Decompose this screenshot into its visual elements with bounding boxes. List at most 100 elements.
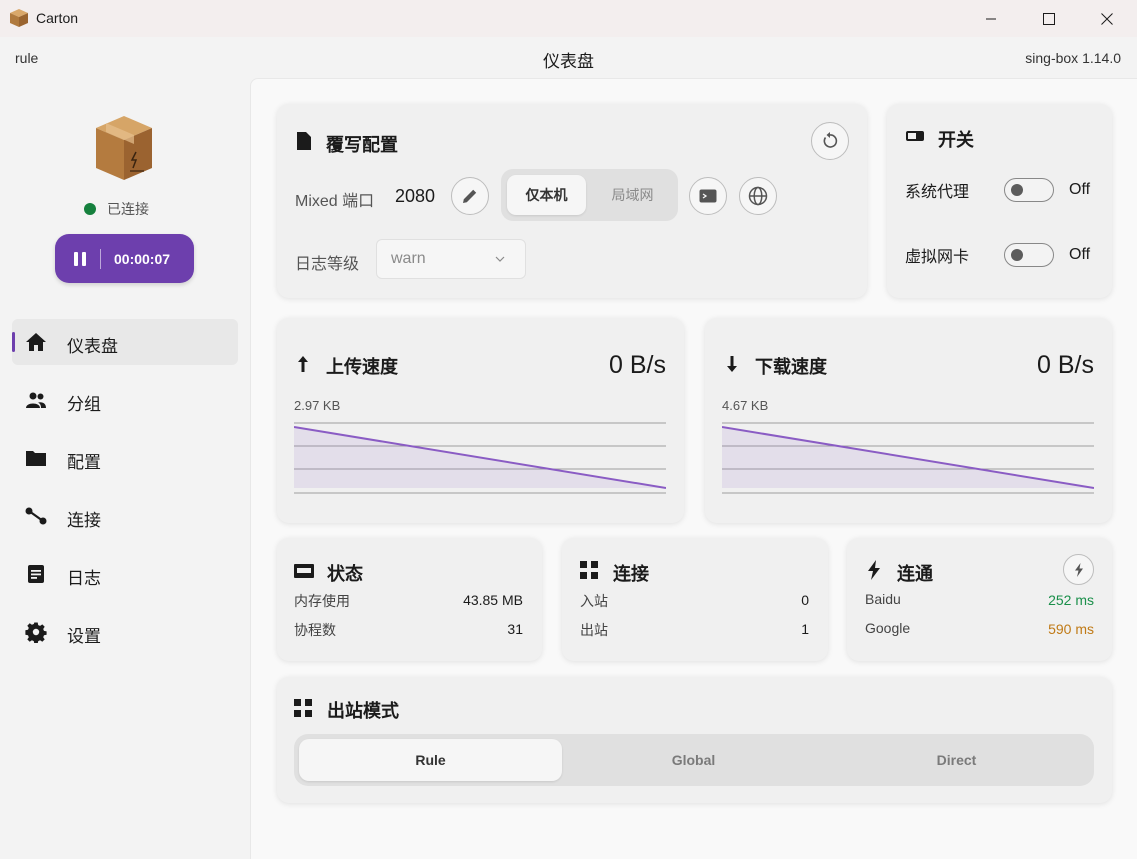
memory-icon [294, 564, 314, 578]
cardboard-box-icon [10, 9, 28, 27]
latency-target: Baidu [865, 591, 901, 607]
log-level-value: warn [391, 250, 426, 267]
globe-icon [748, 186, 768, 206]
download-sparkline-chart [722, 422, 1094, 494]
edit-port-button[interactable] [451, 177, 489, 215]
title-bar: Carton [0, 0, 1137, 37]
download-speed-card: 下载速度 0 B/s 4.67 KB [705, 318, 1112, 523]
override-config-card: 覆写配置 Mixed 端口 2080 仅本机 局域网 日志等级 warn [277, 104, 867, 298]
tun-state: Off [1069, 246, 1091, 263]
upload-speed-card: 上传速度 0 B/s 2.97 KB [277, 318, 684, 523]
card-title: 开关 [938, 130, 974, 150]
stat-value: 31 [507, 621, 523, 637]
test-latency-button[interactable] [1063, 554, 1094, 585]
card-title: 出站模式 [327, 701, 399, 721]
latency-value: 590 ms [1048, 621, 1094, 637]
timer-divider [100, 248, 101, 269]
switches-card: 开关 系统代理 Off 虚拟网卡 Off [887, 104, 1112, 298]
uptime-timer: 00:00:07 [114, 250, 171, 267]
log-level-select[interactable]: warn [376, 239, 526, 279]
scope-segmented-control: 仅本机 局域网 [501, 169, 678, 221]
log-icon [28, 565, 44, 583]
outbound-mode-card: 出站模式 Rule Global Direct [277, 677, 1112, 803]
system-proxy-label: 系统代理 [905, 184, 970, 201]
nav-item-settings[interactable]: 设置 [12, 609, 238, 655]
scope-option-local[interactable]: 仅本机 [507, 175, 586, 215]
pause-icon [74, 251, 86, 266]
system-proxy-state: Off [1069, 181, 1091, 198]
scope-option-lan[interactable]: 局域网 [593, 175, 672, 215]
group-icon [26, 392, 46, 408]
download-peak-label: 4.67 KB [722, 398, 769, 413]
maximize-icon [1043, 12, 1055, 25]
connectivity-card: 连通 Baidu 252 ms Google 590 ms [847, 538, 1112, 661]
stat-label: 协程数 [294, 622, 336, 638]
nav-label: 配置 [67, 453, 101, 472]
close-button[interactable] [1078, 0, 1136, 37]
status-card: 状态 内存使用 43.85 MB 协程数 31 [277, 538, 542, 661]
mode-option-direct[interactable]: Direct [825, 739, 1088, 781]
log-level-label: 日志等级 [295, 256, 360, 273]
nav-item-connections[interactable]: 连接 [12, 493, 238, 539]
stat-label: 出站 [580, 622, 608, 638]
chevron-down-icon [495, 256, 505, 262]
app-header: rule 仪表盘 sing-box 1.14.0 [0, 37, 1137, 78]
connections-card: 连接 入站 0 出站 1 [562, 538, 828, 661]
stat-label: 入站 [580, 593, 608, 609]
close-icon [1101, 12, 1113, 25]
latency-target: Google [865, 620, 911, 636]
lightning-icon [1074, 562, 1083, 577]
card-title: 连接 [613, 564, 649, 584]
terminal-button[interactable] [689, 177, 727, 215]
nav-item-dashboard[interactable]: 仪表盘 [12, 319, 238, 365]
nav-item-profiles[interactable]: 配置 [12, 435, 238, 481]
upload-sparkline-chart [294, 422, 666, 494]
pause-timer-button[interactable]: 00:00:07 [55, 234, 194, 283]
card-title: 连通 [897, 564, 933, 584]
stat-label: 内存使用 [294, 593, 350, 609]
card-title: 下载速度 [755, 357, 827, 377]
nav-label: 设置 [67, 627, 101, 646]
connection-icon [25, 507, 47, 525]
arrow-down-icon [727, 356, 737, 372]
stat-value: 0 [801, 592, 809, 608]
download-speed-value: 0 B/s [1037, 351, 1094, 379]
folder-icon [26, 451, 46, 466]
tun-label: 虚拟网卡 [905, 249, 970, 266]
nav-item-logs[interactable]: 日志 [12, 551, 238, 597]
page-title: 仪表盘 [543, 52, 594, 71]
reset-button[interactable] [811, 122, 849, 160]
nav-label: 分组 [67, 395, 101, 414]
minimize-button[interactable] [962, 0, 1020, 37]
card-title: 状态 [327, 564, 363, 584]
grid-icon [294, 699, 312, 717]
mixed-port-value: 2080 [395, 186, 436, 206]
card-title: 上传速度 [326, 357, 398, 377]
outbound-mode-segmented-control: Rule Global Direct [294, 734, 1094, 786]
refresh-icon [823, 132, 838, 148]
grid-icon [580, 561, 598, 579]
toggle-icon [906, 131, 924, 141]
web-ui-button[interactable] [739, 177, 777, 215]
lightning-icon [868, 560, 880, 580]
nav-label: 仪表盘 [67, 337, 118, 356]
mixed-port-label: Mixed 端口 [295, 193, 375, 210]
card-title: 覆写配置 [326, 135, 398, 155]
pencil-icon [463, 189, 477, 203]
nav-label: 日志 [67, 569, 101, 588]
stat-value: 43.85 MB [463, 592, 523, 608]
mode-option-global[interactable]: Global [562, 739, 825, 781]
sidebar: 已连接 00:00:07 仪表盘 分组 配置 连接 日志 设置 [0, 78, 250, 859]
system-proxy-toggle[interactable] [1004, 178, 1054, 202]
connection-status: 已连接 [84, 199, 149, 219]
status-text: 已连接 [107, 201, 149, 217]
core-version: sing-box 1.14.0 [1025, 50, 1121, 66]
maximize-button[interactable] [1020, 0, 1078, 37]
dashboard-content: 覆写配置 Mixed 端口 2080 仅本机 局域网 日志等级 warn 开关 … [250, 78, 1137, 859]
minimize-icon [986, 18, 996, 19]
nav-item-groups[interactable]: 分组 [12, 377, 238, 423]
tun-toggle[interactable] [1004, 243, 1054, 267]
stat-value: 1 [801, 621, 809, 637]
mode-option-rule[interactable]: Rule [299, 739, 562, 781]
gear-icon [25, 622, 47, 643]
